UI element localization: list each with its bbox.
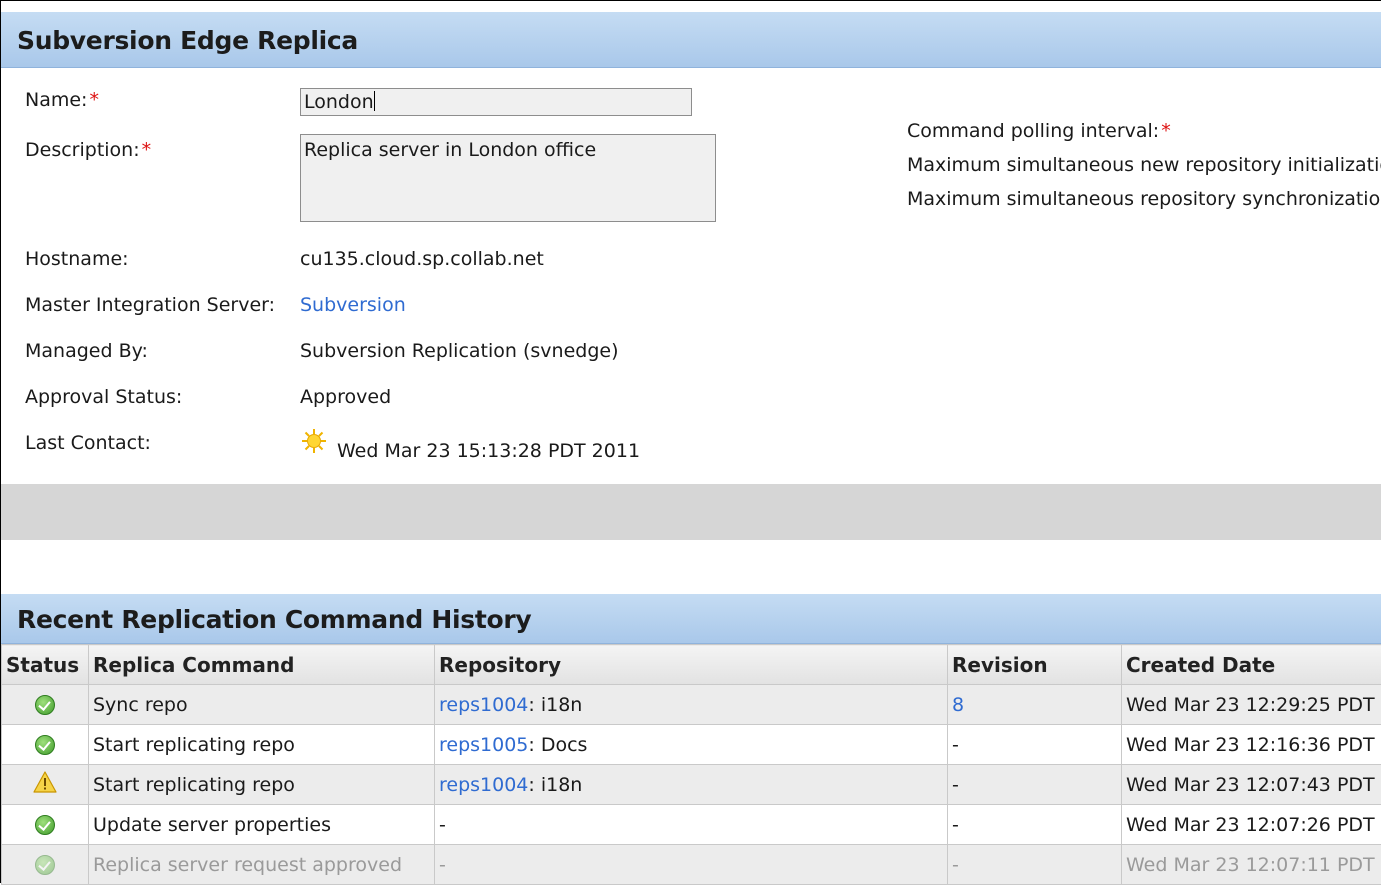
repository-link[interactable]: reps1004: [439, 774, 528, 796]
last-contact-value: Wed Mar 23 15:13:28 PDT 2011: [337, 440, 640, 462]
history-table-header-row: Status Replica Command Repository Revisi…: [2, 645, 1381, 685]
hostname-value: cu135.cloud.sp.collab.net: [300, 248, 544, 270]
created-date-cell: Wed Mar 23 12:07:43 PDT: [1122, 765, 1381, 805]
managed-by-value: Subversion Replication (svnedge): [300, 340, 618, 362]
repository-cell: reps1004: i18n: [435, 765, 948, 805]
max-synchronization-label: Maximum simultaneous repository synchron…: [907, 188, 1381, 210]
description-field-value: Replica server in London office: [304, 139, 596, 161]
command-cell: Sync repo: [89, 685, 435, 725]
required-marker: *: [1161, 120, 1171, 142]
revision-cell: -: [948, 765, 1122, 805]
table-row: Sync repo reps1004: i18n 8 Wed Mar 23 12…: [2, 685, 1381, 725]
repository-name: : i18n: [528, 694, 582, 716]
revision-cell: -: [948, 805, 1122, 845]
status-cell: [2, 685, 89, 725]
column-header-revision[interactable]: Revision: [948, 645, 1122, 685]
status-cell: [2, 805, 89, 845]
ok-icon: [35, 735, 55, 755]
action-bar: [1, 484, 1381, 540]
master-server-label: Master Integration Server:: [25, 294, 275, 316]
hostname-label: Hostname:: [25, 248, 129, 270]
name-field-value: London: [304, 91, 374, 113]
column-header-repository[interactable]: Repository: [435, 645, 948, 685]
name-label-text: Name:: [25, 89, 87, 111]
managed-by-label: Managed By:: [25, 340, 148, 362]
master-server-link[interactable]: Subversion: [300, 294, 406, 316]
command-cell: Start replicating repo: [89, 765, 435, 805]
revision-cell: -: [948, 725, 1122, 765]
created-date-cell: Wed Mar 23 12:29:25 PDT: [1122, 685, 1381, 725]
repository-cell: -: [435, 845, 948, 885]
warning-icon: [33, 771, 57, 798]
history-section-header: Recent Replication Command History: [1, 594, 1381, 644]
last-contact-label: Last Contact:: [25, 432, 151, 454]
revision-cell: 8: [948, 685, 1122, 725]
table-row: Update server properties - - Wed Mar 23 …: [2, 805, 1381, 845]
polling-interval-label-text: Command polling interval:: [907, 120, 1159, 142]
table-row: Start replicating repo reps1005: Docs - …: [2, 725, 1381, 765]
description-label-text: Description:: [25, 139, 140, 161]
status-cell: [2, 765, 89, 805]
sun-icon: [301, 428, 327, 459]
repository-cell: reps1005: Docs: [435, 725, 948, 765]
text-caret: [374, 91, 375, 111]
table-row: Start replicating repo reps1004: i18n - …: [2, 765, 1381, 805]
revision-link[interactable]: 8: [952, 694, 964, 716]
command-cell: Start replicating repo: [89, 725, 435, 765]
column-header-status[interactable]: Status: [2, 645, 89, 685]
history-table: Status Replica Command Repository Revisi…: [1, 644, 1381, 885]
repository-link[interactable]: reps1005: [439, 734, 528, 756]
replica-section-header: Subversion Edge Replica: [1, 12, 1381, 68]
name-field[interactable]: London: [300, 88, 692, 116]
name-label: Name:*: [25, 89, 99, 111]
approval-status-label: Approval Status:: [25, 386, 182, 408]
required-marker: *: [89, 89, 99, 111]
repository-name: : Docs: [528, 734, 587, 756]
created-date-cell: Wed Mar 23 12:07:26 PDT: [1122, 805, 1381, 845]
ok-icon: [35, 855, 55, 875]
repository-cell: reps1004: i18n: [435, 685, 948, 725]
created-date-cell: Wed Mar 23 12:16:36 PDT: [1122, 725, 1381, 765]
repository-cell: -: [435, 805, 948, 845]
command-cell: Update server properties: [89, 805, 435, 845]
status-cell: [2, 845, 89, 885]
description-label: Description:*: [25, 139, 151, 161]
table-row: Replica server request approved - - Wed …: [2, 845, 1381, 885]
approval-status-value: Approved: [300, 386, 391, 408]
repository-name: : i18n: [528, 774, 582, 796]
required-marker: *: [142, 139, 152, 161]
max-initialization-label: Maximum simultaneous new repository init…: [907, 154, 1381, 176]
status-cell: [2, 725, 89, 765]
revision-cell: -: [948, 845, 1122, 885]
repository-link[interactable]: reps1004: [439, 694, 528, 716]
command-cell: Replica server request approved: [89, 845, 435, 885]
column-header-replica-command[interactable]: Replica Command: [89, 645, 435, 685]
ok-icon: [35, 695, 55, 715]
ok-icon: [35, 815, 55, 835]
column-header-created-date[interactable]: Created Date: [1122, 645, 1381, 685]
description-field[interactable]: Replica server in London office: [300, 134, 716, 222]
polling-interval-label: Command polling interval:*: [907, 120, 1171, 142]
created-date-cell: Wed Mar 23 12:07:11 PDT: [1122, 845, 1381, 885]
